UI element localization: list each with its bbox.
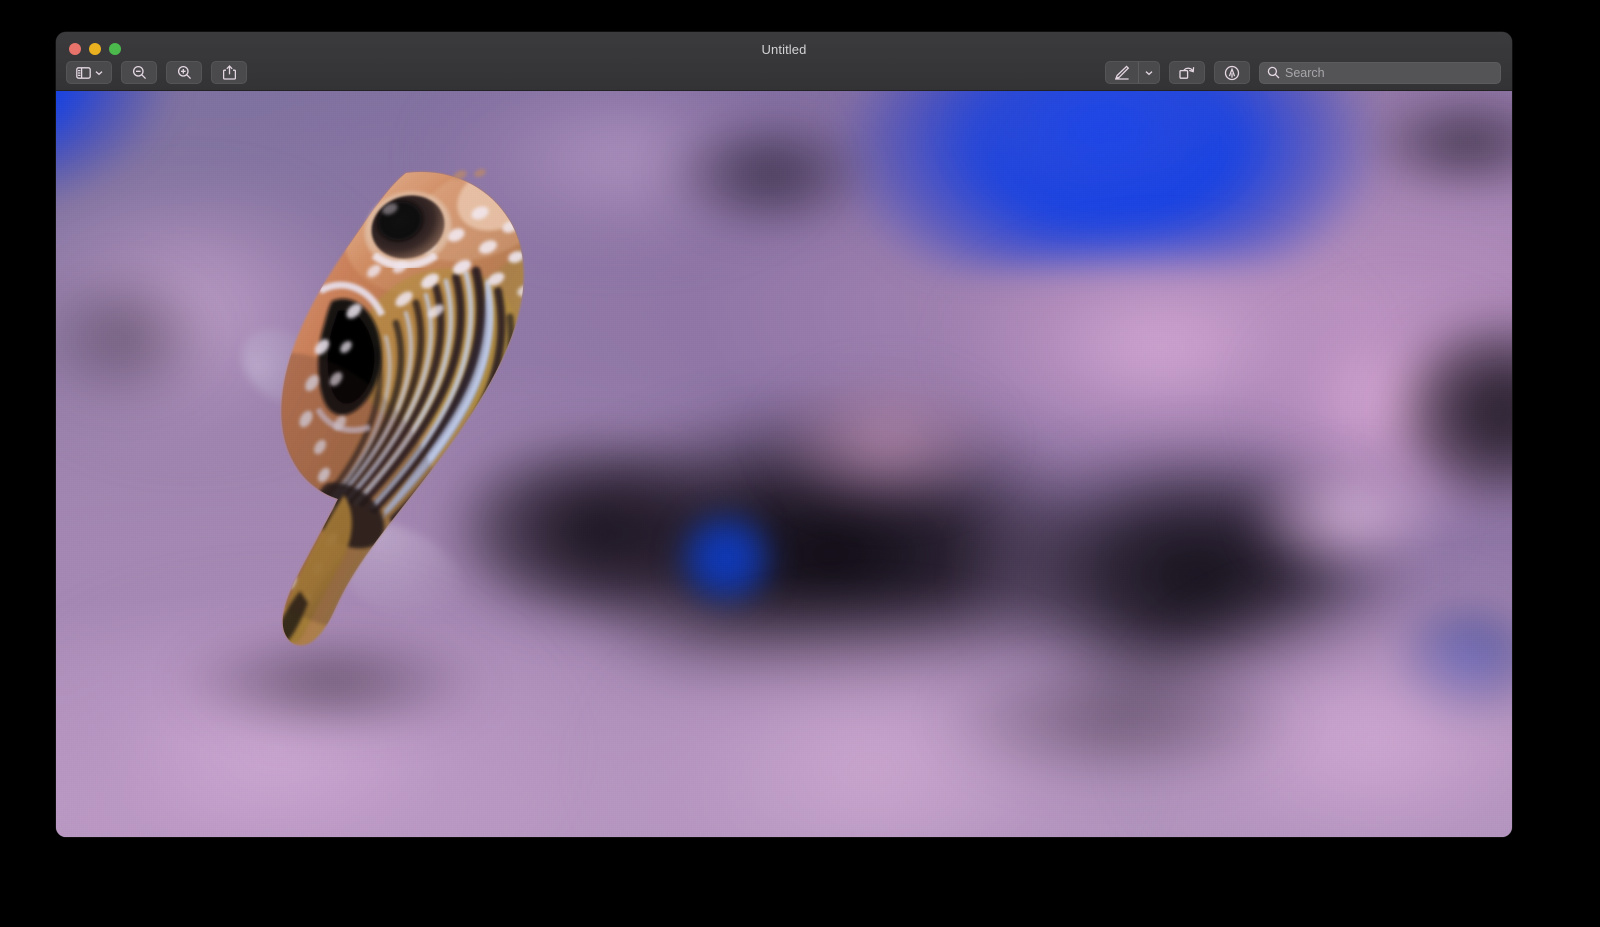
sidebar-icon <box>76 67 91 79</box>
pen-icon <box>1114 65 1130 80</box>
window-title: Untitled <box>56 42 1512 57</box>
search-input[interactable]: Search <box>1259 62 1501 84</box>
markup-options-chevron[interactable] <box>1138 62 1159 83</box>
chevron-down-icon <box>95 70 103 76</box>
preview-window: Untitled <box>56 32 1512 837</box>
share-icon <box>223 65 236 80</box>
markup-segmented-control <box>1105 61 1160 84</box>
photo-grain <box>56 91 1512 837</box>
rotate-button[interactable] <box>1169 61 1205 84</box>
window-titlebar: Untitled <box>56 32 1512 91</box>
zoom-out-icon <box>132 65 147 80</box>
search-icon <box>1267 66 1280 79</box>
toolbar-left-group <box>66 61 247 84</box>
chevron-down-icon <box>1145 70 1153 76</box>
markup-button[interactable] <box>1106 62 1138 83</box>
zoom-in-icon <box>177 65 192 80</box>
search-placeholder: Search <box>1285 66 1325 80</box>
annotate-icon <box>1224 65 1240 81</box>
zoom-in-button[interactable] <box>166 61 202 84</box>
annotate-button[interactable] <box>1214 61 1250 84</box>
toolbar-right-group: Search <box>1105 61 1501 84</box>
share-button[interactable] <box>211 61 247 84</box>
sidebar-toggle-button[interactable] <box>66 61 112 84</box>
image-canvas[interactable] <box>56 91 1512 837</box>
zoom-out-button[interactable] <box>121 61 157 84</box>
rotate-icon <box>1179 65 1195 80</box>
